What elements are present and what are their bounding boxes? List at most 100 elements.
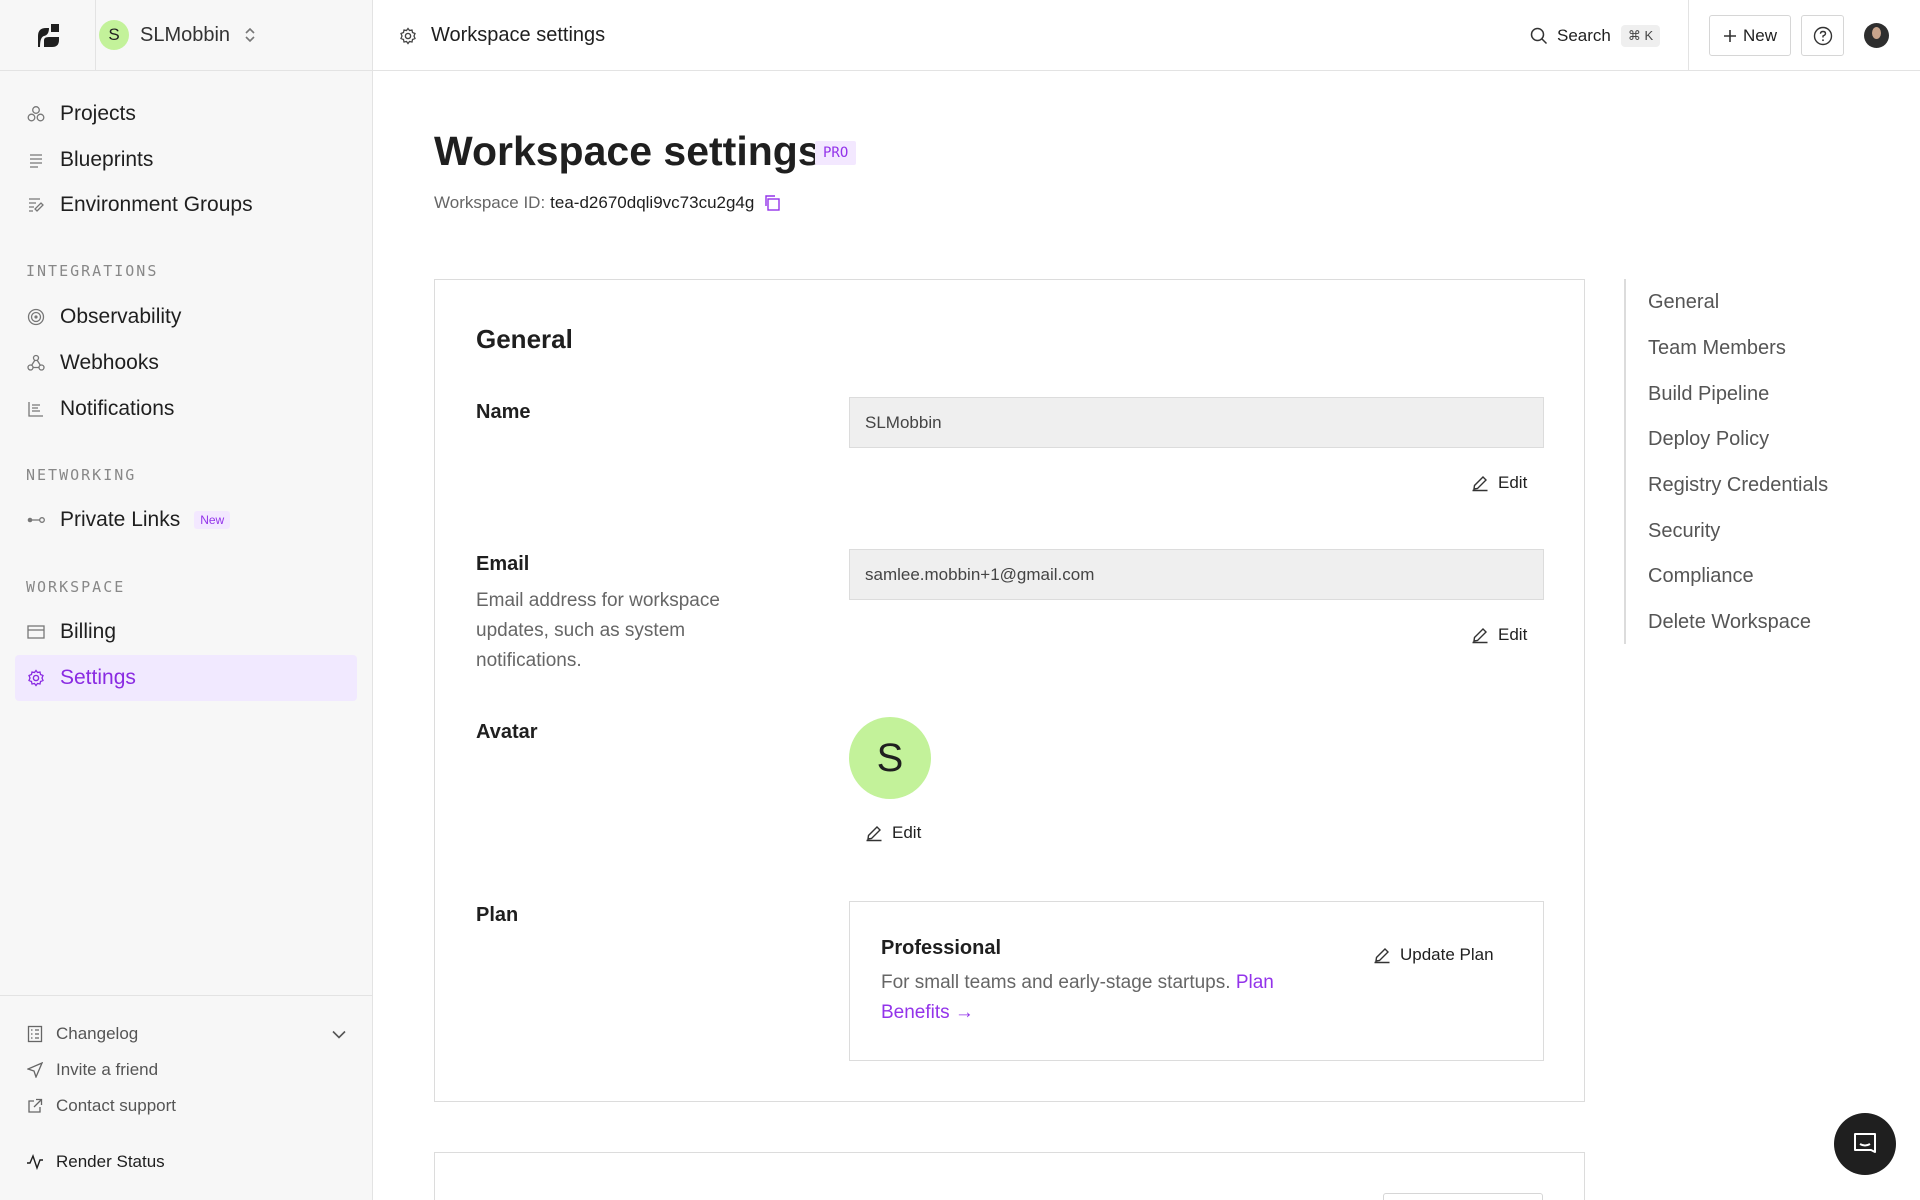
- external-link-icon: [26, 1097, 44, 1115]
- workspace-avatar-large: S: [849, 717, 931, 799]
- toc-deploy-policy[interactable]: Deploy Policy: [1648, 428, 1769, 451]
- workspace-avatar: S: [99, 20, 129, 50]
- sidebar-footer: [0, 995, 373, 996]
- sidebar-item-label: Webhooks: [60, 351, 159, 374]
- toc-team-members[interactable]: Team Members: [1648, 337, 1786, 360]
- webhooks-icon: [26, 353, 46, 373]
- toc-build-pipeline[interactable]: Build Pipeline: [1648, 383, 1769, 406]
- next-card-button[interactable]: [1383, 1193, 1543, 1200]
- edit-name-button[interactable]: Edit: [1471, 473, 1527, 493]
- plan-label: Plan: [476, 904, 519, 926]
- divider: [1688, 0, 1689, 71]
- sidebar-header: S SLMobbin: [0, 0, 372, 71]
- help-button[interactable]: [1801, 15, 1844, 56]
- pencil-icon: [865, 824, 883, 842]
- workspace-id-label: Workspace ID:: [434, 193, 546, 212]
- search-shortcut: ⌘ K: [1620, 25, 1661, 47]
- workspace-switcher[interactable]: S SLMobbin: [97, 0, 256, 71]
- edit-label: Edit: [892, 823, 922, 842]
- sidebar-item-label: Environment Groups: [60, 193, 253, 216]
- new-button-label: New: [1742, 25, 1777, 45]
- sidebar-item-label: Private Links: [60, 508, 181, 531]
- pro-badge: PRO: [815, 141, 857, 165]
- sidebar-item-projects[interactable]: Projects: [15, 91, 357, 137]
- toc-delete-workspace[interactable]: Delete Workspace: [1648, 611, 1811, 634]
- plan-name: Professional: [881, 937, 1002, 959]
- pencil-icon: [1471, 626, 1489, 644]
- sidebar-item-billing[interactable]: Billing: [15, 609, 357, 655]
- pencil-icon: [1471, 474, 1489, 492]
- edit-avatar-button[interactable]: Edit: [865, 823, 921, 843]
- new-button[interactable]: New: [1709, 15, 1791, 56]
- plan-box: Professional For small teams and early-s…: [849, 901, 1544, 1061]
- edit-email-button[interactable]: Edit: [1471, 625, 1527, 645]
- billing-icon: [26, 622, 46, 642]
- plan-description-text: For small teams and early-stage startups…: [881, 972, 1231, 993]
- sidebar-item-environment-groups[interactable]: Environment Groups: [15, 182, 357, 228]
- toc-security[interactable]: Security: [1648, 520, 1720, 543]
- email-label: Email: [476, 553, 530, 575]
- gear-icon: [399, 26, 417, 45]
- new-badge: New: [194, 511, 231, 529]
- breadcrumb-label: Workspace settings: [431, 24, 606, 46]
- next-card: [434, 1152, 1585, 1200]
- general-card: General Name SLMobbin Edit Email Email a…: [434, 279, 1585, 1102]
- sidebar-item-notifications[interactable]: Notifications: [15, 386, 357, 432]
- sidebar-item-label: Billing: [60, 620, 117, 643]
- render-logo[interactable]: [0, 0, 96, 71]
- logo-icon: [37, 24, 59, 47]
- sidebar-item-settings[interactable]: Settings: [15, 655, 357, 701]
- render-status-item[interactable]: Render Status: [26, 1152, 165, 1172]
- plus-icon: [1723, 29, 1737, 43]
- sidebar-item-label: Projects: [60, 102, 136, 125]
- sidebar-item-label: Settings: [60, 666, 136, 689]
- email-field: samlee.mobbin+1@gmail.com: [849, 549, 1544, 600]
- observability-icon: [26, 307, 46, 327]
- changelog-item[interactable]: Changelog: [26, 1024, 346, 1044]
- workspace-name: SLMobbin: [140, 23, 231, 46]
- email-description: Email address for workspace updates, suc…: [476, 590, 720, 671]
- settings-toc: General Team Members Build Pipeline Depl…: [1624, 279, 1874, 644]
- workspace-id: Workspace ID: tea-d2670dqli9vc73cu2g4g: [434, 193, 781, 213]
- sidebar: S SLMobbin Projects Blueprints Environme…: [0, 0, 373, 1200]
- sidebar-item-observability[interactable]: Observability: [15, 294, 357, 340]
- workspace-id-value: tea-d2670dqli9vc73cu2g4g: [550, 193, 755, 212]
- copy-icon[interactable]: [763, 194, 781, 212]
- user-avatar[interactable]: [1864, 23, 1889, 48]
- sidebar-item-webhooks[interactable]: Webhooks: [15, 340, 357, 386]
- update-plan-button[interactable]: Update Plan: [1373, 945, 1494, 965]
- chat-icon: [1851, 1130, 1879, 1158]
- pencil-icon: [1373, 946, 1391, 964]
- contact-support-item[interactable]: Contact support: [26, 1096, 176, 1116]
- page-title: Workspace settings: [434, 128, 821, 174]
- changelog-icon: [26, 1025, 44, 1043]
- question-circle-icon: [1813, 26, 1833, 46]
- toc-registry-credentials[interactable]: Registry Credentials: [1648, 474, 1828, 497]
- section-label-networking: NETWORKING: [26, 466, 137, 484]
- name-label: Name: [476, 401, 531, 423]
- activity-icon: [26, 1153, 44, 1171]
- chevron-down-icon[interactable]: [332, 1030, 346, 1039]
- update-plan-label: Update Plan: [1400, 945, 1494, 964]
- search-button[interactable]: Search ⌘ K: [1530, 22, 1661, 50]
- sidebar-item-blueprints[interactable]: Blueprints: [15, 137, 357, 183]
- chevron-up-down-icon: [244, 26, 256, 44]
- settings-icon: [26, 668, 46, 688]
- projects-icon: [26, 104, 46, 124]
- invite-friend-item[interactable]: Invite a friend: [26, 1060, 158, 1080]
- send-icon: [26, 1061, 44, 1079]
- edit-label: Edit: [1498, 625, 1528, 644]
- chat-button[interactable]: [1834, 1113, 1896, 1175]
- sidebar-item-private-links[interactable]: Private Links New: [15, 497, 357, 543]
- toc-compliance[interactable]: Compliance: [1648, 565, 1754, 588]
- private-links-icon: [26, 510, 46, 530]
- breadcrumb: Workspace settings: [399, 0, 605, 71]
- sidebar-item-label: Notifications: [60, 397, 175, 420]
- toc-general[interactable]: General: [1648, 291, 1719, 314]
- section-label-integrations: INTEGRATIONS: [26, 262, 159, 280]
- sidebar-item-label: Observability: [60, 305, 182, 328]
- changelog-label: Changelog: [56, 1024, 139, 1043]
- top-bar: Workspace settings Search ⌘ K New: [373, 0, 1920, 71]
- name-field: SLMobbin: [849, 397, 1544, 448]
- section-label-workspace: WORKSPACE: [26, 578, 126, 596]
